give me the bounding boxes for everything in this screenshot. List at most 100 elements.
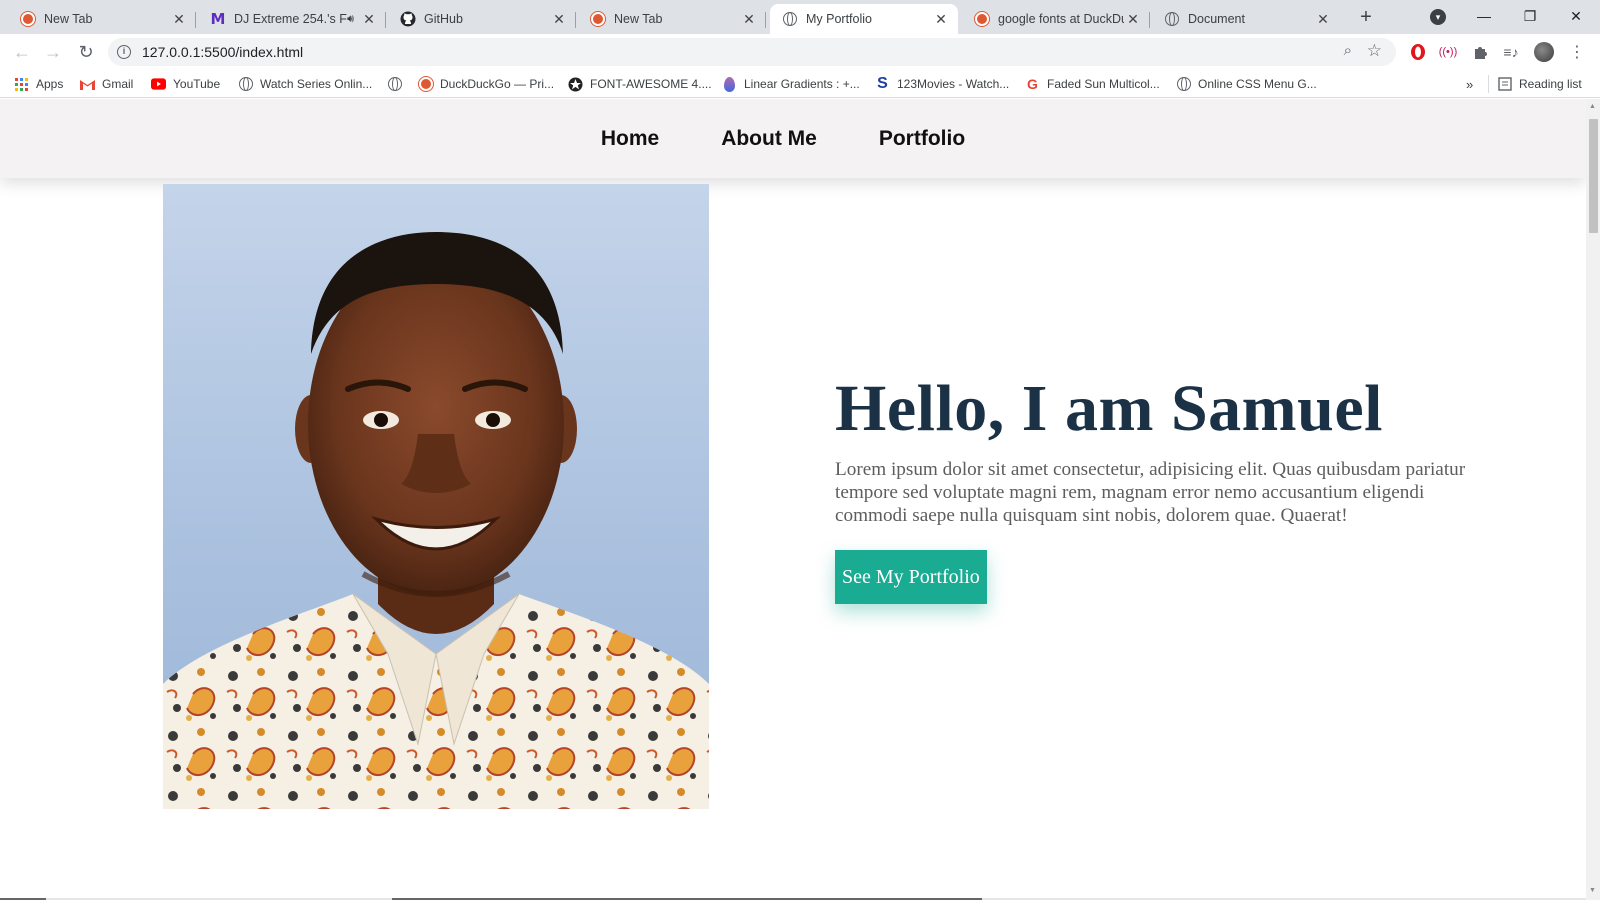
address-bar[interactable]: i 127.0.0.1:5500/index.html ⌕ ☆	[108, 38, 1396, 66]
bookmark-youtube[interactable]: YouTube	[151, 75, 220, 93]
media-queue-icon[interactable]: ≡♪	[1501, 42, 1521, 62]
nav-home-link[interactable]: Home	[601, 127, 659, 151]
bookmark-watch-series[interactable]: Watch Series Onlin...	[238, 75, 372, 93]
browser-tab[interactable]: New Tab ✕	[8, 4, 196, 34]
browser-toolbar: ← → ↻ i 127.0.0.1:5500/index.html ⌕ ☆ ((…	[0, 34, 1600, 70]
restore-button[interactable]: ❐	[1507, 4, 1553, 28]
reading-list-button[interactable]: Reading list	[1488, 75, 1582, 93]
back-button[interactable]: ←	[10, 40, 34, 64]
bookmark-apps[interactable]: Apps	[14, 75, 63, 93]
scroll-up-arrow-icon[interactable]: ▲	[1589, 103, 1596, 110]
site-nav: Home About Me Portfolio	[0, 99, 1586, 178]
tab-title: GitHub	[424, 12, 463, 26]
browser-tab[interactable]: M DJ Extreme 254.'s F 🔊︎ ✕	[198, 4, 386, 34]
google-icon: G	[1027, 76, 1038, 92]
opera-extension-icon[interactable]	[1408, 42, 1428, 62]
bookmark-label: DuckDuckGo — Pri...	[440, 77, 555, 91]
gmail-icon	[80, 77, 95, 92]
more-bookmarks-chevron-icon[interactable]: »	[1466, 75, 1473, 93]
hero-title: Hello, I am Samuel	[835, 372, 1383, 445]
reading-list-icon	[1497, 77, 1512, 92]
bookmark-globe[interactable]	[387, 75, 409, 93]
globe-icon	[387, 77, 402, 92]
zoom-icon[interactable]: ⌕	[1344, 42, 1352, 59]
bookmark-font-awesome[interactable]: FONT-AWESOME 4....	[568, 75, 712, 93]
bookmark-label: FONT-AWESOME 4....	[590, 77, 712, 91]
duckduckgo-icon	[418, 77, 433, 92]
globe-icon	[782, 11, 798, 27]
bookmark-label: Online CSS Menu G...	[1198, 77, 1317, 91]
tab-title: DJ Extreme 254.'s F	[234, 12, 347, 26]
bookmark-123movies[interactable]: S 123Movies - Watch...	[875, 75, 1009, 93]
close-icon[interactable]: ✕	[1124, 10, 1142, 28]
minimize-button[interactable]: —	[1461, 4, 1507, 28]
see-portfolio-button[interactable]: See My Portfolio	[835, 549, 987, 604]
globe-icon	[1164, 11, 1180, 27]
close-icon[interactable]: ✕	[740, 10, 758, 28]
duckduckgo-icon	[590, 11, 606, 27]
profile-photo	[163, 184, 709, 809]
tab-title: google fonts at DuckDu	[998, 12, 1124, 26]
close-icon[interactable]: ✕	[550, 10, 568, 28]
tab-title: My Portfolio	[806, 12, 872, 26]
audio-playing-icon[interactable]: 🔊︎	[347, 13, 354, 26]
bookmark-faded-sun[interactable]: G Faded Sun Multicol...	[1025, 75, 1160, 93]
bookmark-label: 123Movies - Watch...	[897, 77, 1010, 91]
broadcast-extension-icon[interactable]: ((•))	[1438, 42, 1458, 62]
bookmark-label: Gmail	[102, 77, 134, 91]
bookmark-label: Faded Sun Multicol...	[1047, 77, 1160, 91]
bookmark-label: Linear Gradients : +...	[744, 77, 860, 91]
tab-title: New Tab	[44, 12, 93, 26]
youtube-icon	[151, 77, 166, 92]
browser-tab[interactable]: google fonts at DuckDu ✕	[962, 4, 1150, 34]
globe-icon	[238, 77, 253, 92]
bookmark-star-icon[interactable]: ☆	[1367, 41, 1382, 61]
nav-about-me-link[interactable]: About Me	[721, 127, 817, 151]
site-info-icon[interactable]: i	[117, 45, 131, 59]
new-tab-button[interactable]: +	[1354, 6, 1378, 30]
close-icon[interactable]: ✕	[1314, 10, 1332, 28]
apps-grid-icon	[14, 77, 29, 92]
close-window-button[interactable]: ✕	[1553, 4, 1599, 28]
forward-button[interactable]: →	[41, 40, 65, 64]
tab-title: New Tab	[614, 12, 663, 26]
browser-tab[interactable]: New Tab ✕	[578, 4, 766, 34]
close-icon[interactable]: ✕	[932, 10, 950, 28]
tab-search-button[interactable]: ▾	[1430, 9, 1446, 25]
scroll-down-arrow-icon[interactable]: ▼	[1589, 887, 1596, 894]
bookmark-gmail[interactable]: Gmail	[80, 75, 133, 93]
tab-title: Document	[1188, 12, 1245, 26]
url-text[interactable]: 127.0.0.1:5500/index.html	[142, 44, 303, 60]
more-menu-icon[interactable]: ⋮	[1567, 42, 1587, 62]
mixcloud-icon: M	[210, 10, 226, 28]
browser-tab-strip: New Tab ✕ M DJ Extreme 254.'s F 🔊︎ ✕ Git…	[0, 0, 1600, 34]
font-awesome-icon	[568, 77, 583, 92]
duckduckgo-icon	[974, 11, 990, 27]
scrollbar-thumb[interactable]	[1589, 119, 1598, 233]
github-icon	[400, 11, 416, 27]
profile-avatar[interactable]	[1534, 42, 1554, 62]
reading-list-label: Reading list	[1519, 77, 1582, 91]
page-viewport: Home About Me Portfolio Hello, I am Samu…	[0, 99, 1586, 900]
bookmark-duckduckgo[interactable]: DuckDuckGo — Pri...	[418, 75, 554, 93]
bookmark-label: Watch Series Onlin...	[260, 77, 373, 91]
hero-section: Hello, I am Samuel Lorem ipsum dolor sit…	[835, 372, 1485, 604]
bookmarks-bar: Apps Gmail YouTube Watch Series Onlin...…	[0, 70, 1600, 98]
s-logo-icon: S	[877, 75, 888, 92]
globe-icon	[1176, 77, 1191, 92]
nav-portfolio-link[interactable]: Portfolio	[879, 127, 965, 151]
bookmark-label: YouTube	[173, 77, 221, 91]
browser-tab[interactable]: Document ✕	[1152, 4, 1340, 34]
duckduckgo-icon	[20, 11, 36, 27]
extensions-puzzle-icon[interactable]	[1470, 42, 1490, 62]
browser-tab[interactable]: GitHub ✕	[388, 4, 576, 34]
close-icon[interactable]: ✕	[170, 10, 188, 28]
page-scrollbar[interactable]: ▲ ▼	[1586, 99, 1600, 900]
close-icon[interactable]: ✕	[360, 10, 378, 28]
hero-description: Lorem ipsum dolor sit amet consectetur, …	[835, 458, 1466, 527]
bookmark-linear-gradients[interactable]: Linear Gradients : +...	[722, 75, 860, 93]
reload-button[interactable]: ↻	[74, 40, 98, 64]
bookmark-label: Apps	[36, 77, 64, 91]
bookmark-css-menu[interactable]: Online CSS Menu G...	[1176, 75, 1317, 93]
browser-tab-active[interactable]: My Portfolio ✕	[770, 4, 958, 34]
